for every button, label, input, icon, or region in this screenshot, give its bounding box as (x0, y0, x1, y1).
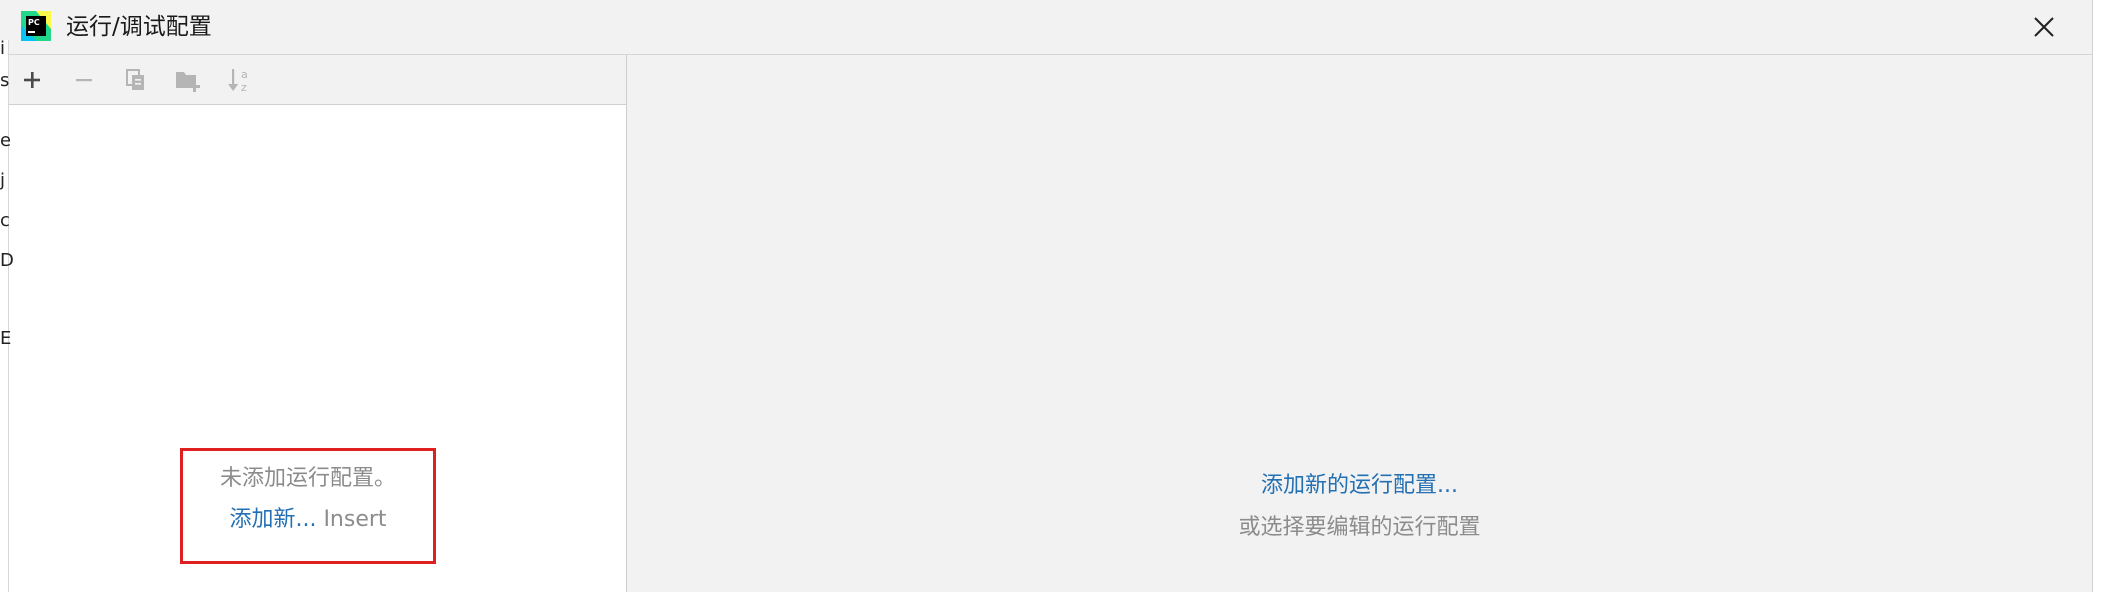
empty-configurations-message: 未添加运行配置。 (219, 466, 396, 491)
svg-text:a: a (241, 68, 248, 81)
folder-add-icon (176, 72, 200, 92)
add-new-link[interactable]: 添加新... (229, 507, 316, 532)
title-bar: PC 运行/调试配置 (0, 0, 2092, 55)
configuration-toolbar: a z (0, 55, 626, 105)
plus-icon (24, 72, 40, 88)
svg-text:PC: PC (28, 18, 40, 27)
background-fragment-text: s (0, 70, 10, 91)
add-new-run-configuration-link[interactable]: 添加新的运行配置... (1261, 473, 1458, 498)
run-debug-config-window: PC 运行/调试配置 a z 未添加运行配置。 添加新... Insert 添加… (0, 0, 2104, 592)
background-window-fragment: i s e j c D E (0, 38, 14, 592)
minus-icon (76, 79, 92, 82)
copy-icon (126, 69, 144, 90)
add-new-row: 添加新... Insert (183, 501, 433, 533)
background-fragment-text: E (0, 328, 12, 349)
background-fragment-text: c (0, 210, 10, 231)
sort-alpha-icon: a z (228, 68, 248, 94)
select-configuration-hint: 或选择要编辑的运行配置 (1238, 515, 1481, 540)
background-fragment-text: i (0, 38, 6, 59)
close-button[interactable] (2022, 8, 2066, 46)
empty-configurations-notice: 未添加运行配置。 添加新... Insert (180, 448, 436, 564)
add-new-run-configuration-row: 添加新的运行配置... (627, 467, 2092, 499)
configuration-list-panel: a z 未添加运行配置。 添加新... Insert (0, 55, 627, 592)
background-fragment-text: D (0, 250, 14, 271)
window-title: 运行/调试配置 (66, 14, 212, 40)
sort-configurations-button[interactable]: a z (222, 63, 258, 97)
background-fragment-text: j (0, 170, 6, 191)
add-new-shortcut: Insert (323, 507, 387, 532)
configuration-detail-panel: 添加新的运行配置... 或选择要编辑的运行配置 (627, 55, 2092, 592)
move-to-folder-button[interactable] (170, 63, 206, 97)
copy-configuration-button[interactable] (118, 63, 154, 97)
background-fragment-text: e (0, 130, 12, 151)
add-configuration-button[interactable] (14, 63, 50, 97)
background-window-edge (2092, 0, 2104, 592)
pycharm-icon: PC (21, 11, 51, 41)
svg-text:z: z (241, 81, 247, 94)
remove-configuration-button[interactable] (66, 63, 102, 97)
close-icon (2034, 17, 2054, 37)
